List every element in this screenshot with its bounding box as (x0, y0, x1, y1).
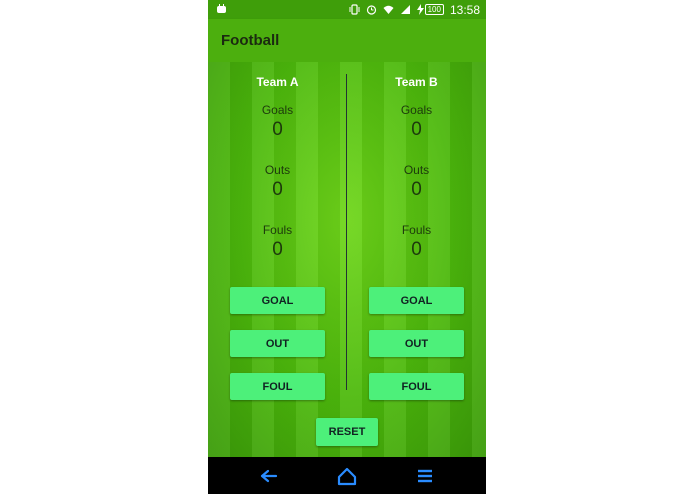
team-b-fouls-value: 0 (411, 239, 422, 260)
team-b-fouls-label: Fouls (401, 223, 432, 237)
team-b-goals-label: Goals (400, 103, 433, 117)
team-b-outs-value: 0 (411, 179, 422, 200)
status-clock: 13:58 (449, 2, 480, 17)
team-a-fouls-label: Fouls (262, 223, 293, 237)
signal-icon (400, 5, 410, 14)
back-icon[interactable] (258, 465, 280, 487)
reset-button[interactable]: RESET (316, 418, 378, 446)
team-a-outs-value: 0 (272, 179, 283, 200)
team-a-goal-button[interactable]: GOAL (230, 287, 325, 314)
alarm-icon (366, 5, 376, 15)
team-b-goals-value: 0 (411, 119, 422, 140)
android-icon (217, 4, 226, 13)
team-b-goal-button[interactable]: GOAL (369, 287, 464, 314)
team-b-outs-label: Outs (403, 163, 430, 177)
team-b-foul-button[interactable]: FOUL (369, 373, 464, 400)
team-a-goals-value: 0 (272, 119, 283, 140)
menu-icon[interactable] (414, 465, 436, 487)
battery-level: 100 (424, 4, 444, 15)
team-b-column: Team B Goals 0 Outs 0 Fouls 0 GOAL OUT F… (347, 62, 486, 400)
football-field-background: Team A Goals 0 Outs 0 Fouls 0 GOAL OUT F… (208, 62, 486, 457)
team-a-out-button[interactable]: OUT (230, 330, 325, 357)
team-b-name: Team B (395, 75, 438, 89)
wifi-icon (383, 5, 394, 14)
charging-icon (416, 4, 424, 15)
team-a-foul-button[interactable]: FOUL (230, 373, 325, 400)
phone-screen: 100 13:58 Football Team A Goals 0 Outs 0… (208, 0, 486, 494)
vibrate-icon (349, 4, 360, 15)
app-bar: Football (208, 19, 486, 62)
team-a-outs-label: Outs (264, 163, 291, 177)
team-b-out-button[interactable]: OUT (369, 330, 464, 357)
team-a-name: Team A (256, 75, 299, 89)
team-a-fouls-value: 0 (272, 239, 283, 260)
home-icon[interactable] (336, 465, 358, 487)
team-a-column: Team A Goals 0 Outs 0 Fouls 0 GOAL OUT F… (208, 62, 347, 400)
navigation-bar (208, 457, 486, 494)
app-title: Football (221, 32, 280, 49)
team-a-goals-label: Goals (261, 103, 294, 117)
status-bar: 100 13:58 (208, 0, 486, 19)
